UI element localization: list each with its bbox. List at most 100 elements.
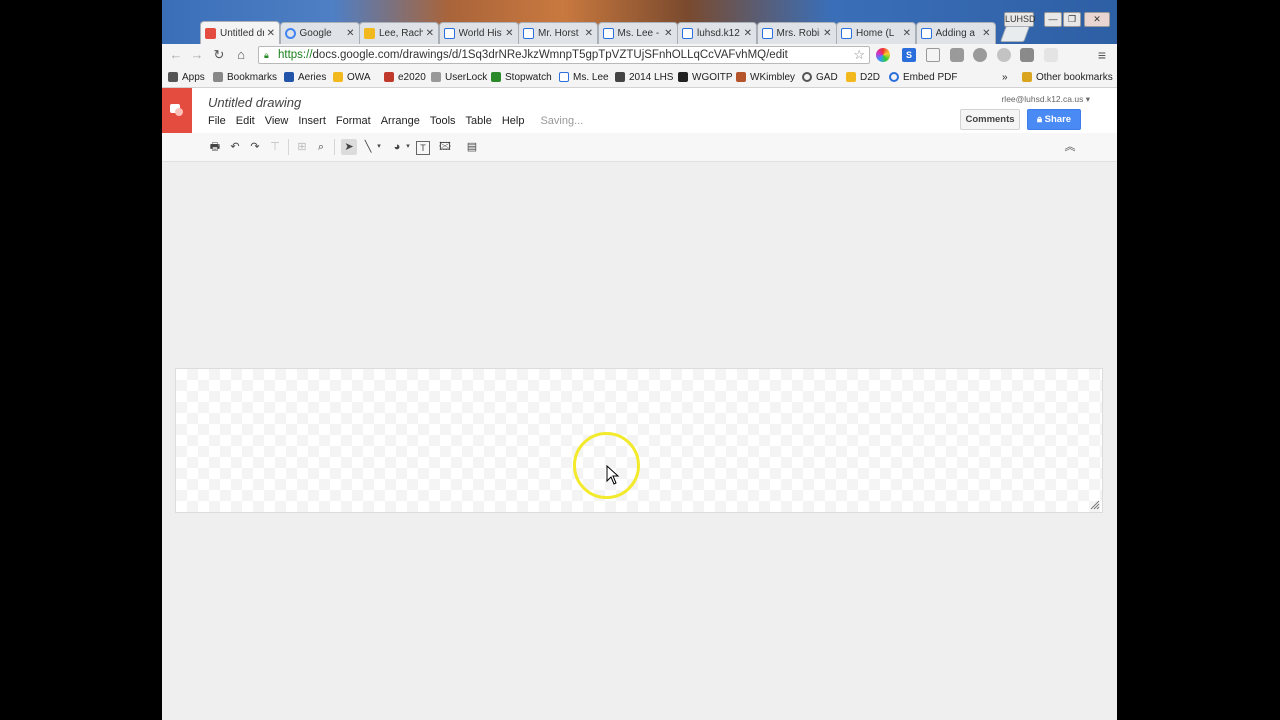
bookmark-item[interactable]: Stopwatch [491, 70, 552, 84]
select-pointer-icon[interactable]: ➤ [341, 139, 357, 155]
bookmark-item[interactable]: D2D [846, 70, 880, 84]
close-tab-icon[interactable]: ✕ [346, 28, 354, 39]
minimize-button[interactable]: — [1044, 12, 1062, 27]
bookmark-item[interactable]: OWA [333, 70, 371, 84]
line-dropdown-icon[interactable]: ▾ [375, 139, 383, 155]
close-tab-icon[interactable]: ✕ [823, 28, 831, 39]
address-bar[interactable]: 🔒︎ https://docs.google.com/drawings/d/1S… [258, 46, 870, 64]
lock-icon: 🔒︎ [1036, 114, 1045, 125]
bookmark-item[interactable]: Apps [168, 70, 205, 84]
browser-tab[interactable]: Adding a ✕ [915, 22, 996, 44]
color-wheel-extension-icon[interactable] [876, 48, 890, 62]
grey-circle-extension-icon[interactable] [997, 48, 1011, 62]
comments-button[interactable]: Comments [960, 109, 1020, 130]
bookmark-item[interactable]: WKimbley [736, 70, 795, 84]
wkimbley-icon [736, 72, 746, 82]
close-tab-icon[interactable]: ✕ [744, 28, 752, 39]
menu-view[interactable]: View [265, 115, 289, 127]
chrome-menu-icon[interactable]: ≡ [1094, 47, 1110, 63]
bookmark-item[interactable]: Ms. Lee [559, 70, 609, 84]
menu-bar: File Edit View Insert Format Arrange Tools Tabl… [208, 115, 593, 127]
shape-icon[interactable]: ◕ [389, 139, 405, 155]
undo-icon[interactable]: ↶ [227, 139, 243, 155]
lock-icon: 🔒︎ [264, 50, 269, 60]
bookmark-label: Ms. Lee [573, 71, 609, 83]
close-tab-icon[interactable]: ✕ [505, 28, 513, 39]
drawing-canvas[interactable] [175, 368, 1103, 513]
drawing-workspace[interactable] [162, 162, 1117, 720]
folder-icon [1022, 72, 1032, 82]
reload-icon[interactable]: ↻ [211, 47, 227, 63]
close-window-button[interactable]: ✕ [1084, 12, 1110, 27]
paint-format-icon[interactable]: ⊤ [267, 139, 283, 155]
menu-edit[interactable]: Edit [236, 115, 255, 127]
c-extension-icon[interactable] [1020, 48, 1034, 62]
print-icon[interactable]: 🖶︎ [207, 139, 223, 155]
new-tab-button[interactable] [1000, 26, 1030, 42]
redo-icon[interactable]: ↷ [247, 139, 263, 155]
menu-table[interactable]: Table [466, 115, 492, 127]
camera-extension-icon[interactable] [950, 48, 964, 62]
browser-tab[interactable]: Home (L ✕ [836, 22, 916, 44]
bookmark-item[interactable]: GAD [802, 70, 838, 84]
bookmark-item[interactable]: Bookmarks [213, 70, 277, 84]
account-email[interactable]: rlee@luhsd.k12.ca.us ▾ [1001, 94, 1090, 105]
menu-file[interactable]: File [208, 115, 226, 127]
close-tab-icon[interactable]: ✕ [903, 28, 911, 39]
bookmark-label: Bookmarks [227, 71, 278, 83]
tab-label: Ms. Lee - [617, 28, 660, 39]
close-tab-icon[interactable]: ✕ [267, 28, 275, 39]
browser-tab[interactable]: luhsd.k12 ✕ [677, 22, 757, 44]
line-icon[interactable]: ╲ [360, 139, 376, 155]
drawings-logo[interactable] [162, 88, 192, 133]
shape-dropdown-icon[interactable]: ▾ [404, 139, 412, 155]
bookmark-item[interactable]: e2020 [384, 70, 426, 84]
comment-icon[interactable]: ▤ [464, 139, 480, 155]
browser-tab[interactable]: Ms. Lee - ✕ [597, 22, 678, 44]
bookmarks-overflow-chevron[interactable]: » [1002, 70, 1008, 84]
close-tab-icon[interactable]: ✕ [664, 28, 672, 39]
menu-arrange[interactable]: Arrange [381, 115, 420, 127]
bookmark-item[interactable]: Aeries [284, 70, 326, 84]
close-tab-icon[interactable]: ✕ [982, 28, 990, 39]
other-bookmarks-folder[interactable]: Other bookmarks [1022, 70, 1113, 84]
restore-button[interactable]: ❐ [1063, 12, 1081, 27]
browser-tab[interactable]: Mrs. Robinson✕ [756, 22, 837, 44]
canvas-resize-handle-icon[interactable] [1090, 500, 1100, 510]
browser-tab[interactable]: Untitled drawing✕ [200, 21, 280, 44]
close-tab-icon[interactable]: ✕ [426, 28, 434, 39]
bookmark-item[interactable]: 2014 LHS [615, 70, 673, 84]
back-arrow-icon[interactable]: ← [168, 47, 184, 63]
toolbar-separator [334, 139, 335, 155]
cast-extension-icon[interactable] [926, 48, 940, 62]
bookmark-item[interactable]: Embed PDF [889, 70, 957, 84]
bookmark-item[interactable]: UserLock [431, 70, 487, 84]
bookmark-item[interactable]: WGOITP [678, 70, 733, 84]
image-icon[interactable]: 🖾︎ [437, 139, 453, 155]
document-title[interactable]: Untitled drawing [208, 95, 301, 110]
doc-page-icon [761, 28, 773, 39]
zoom-icon[interactable]: ⌕ [313, 139, 329, 155]
stopwatch-icon [491, 72, 501, 82]
browser-tab[interactable]: Google ✕ [279, 22, 360, 44]
bookmark-star-icon[interactable]: ☆ [853, 47, 865, 63]
share-button[interactable]: 🔒︎ Share [1027, 109, 1081, 130]
menu-format[interactable]: Format [336, 115, 371, 127]
menu-help[interactable]: Help [502, 115, 525, 127]
home-icon[interactable]: ⌂ [233, 47, 249, 63]
zoom-fit-icon[interactable]: ⊞ [294, 139, 310, 155]
browser-tab[interactable]: Mr. Horst ✕ [518, 22, 598, 44]
menu-tools[interactable]: Tools [430, 115, 456, 127]
blank-extension-icon[interactable] [1044, 48, 1058, 62]
browser-tab[interactable]: World History✕ [438, 22, 519, 44]
circle-extension-icon[interactable] [973, 48, 987, 62]
close-tab-icon[interactable]: ✕ [585, 28, 593, 39]
text-box-icon[interactable]: T [416, 141, 430, 155]
forward-arrow-icon[interactable]: → [189, 47, 205, 63]
user-badge[interactable]: LUHSD [1004, 12, 1036, 27]
collapse-chevron-up-icon[interactable]: ︽ [1062, 139, 1078, 155]
menu-insert[interactable]: Insert [298, 115, 326, 127]
browser-tab[interactable]: Lee, Rachel✕ [359, 22, 439, 44]
s-extension-icon[interactable]: S [902, 48, 916, 62]
google-g-icon [802, 72, 812, 82]
